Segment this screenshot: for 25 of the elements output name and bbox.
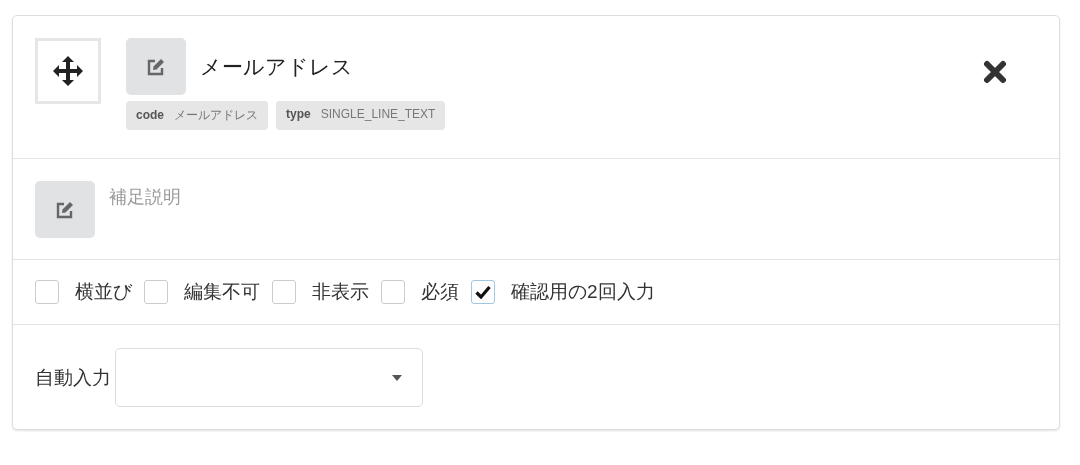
drag-handle[interactable] xyxy=(35,38,101,104)
edit-button[interactable] xyxy=(35,181,95,238)
field-tag: code メールアドレス xyxy=(126,101,268,130)
edit-icon xyxy=(56,200,74,219)
checkbox-label: 確認用の2回入力 xyxy=(511,280,655,304)
checkbox[interactable] xyxy=(144,280,168,304)
checkbox[interactable] xyxy=(471,280,495,304)
checkbox[interactable] xyxy=(35,280,59,304)
checkbox-label: 必須 xyxy=(421,280,459,304)
move-icon xyxy=(52,55,84,87)
description-placeholder[interactable]: 補足説明 xyxy=(109,185,181,209)
autofill-label: 自動入力 xyxy=(35,365,111,390)
caret-icon xyxy=(392,374,402,381)
checkbox-label: 非表示 xyxy=(312,280,369,304)
check-icon xyxy=(475,285,491,299)
close-button[interactable] xyxy=(983,60,1007,84)
field-label: メールアドレス xyxy=(200,53,353,80)
edit-button[interactable] xyxy=(126,38,186,95)
checkbox[interactable] xyxy=(381,280,405,304)
checkbox[interactable] xyxy=(272,280,296,304)
checkbox-label: 編集不可 xyxy=(184,280,260,304)
edit-icon xyxy=(147,57,165,76)
field-tag: type SINGLE_LINE_TEXT xyxy=(276,101,446,130)
close-icon xyxy=(983,60,1007,84)
checkbox-label: 横並び xyxy=(75,280,132,304)
